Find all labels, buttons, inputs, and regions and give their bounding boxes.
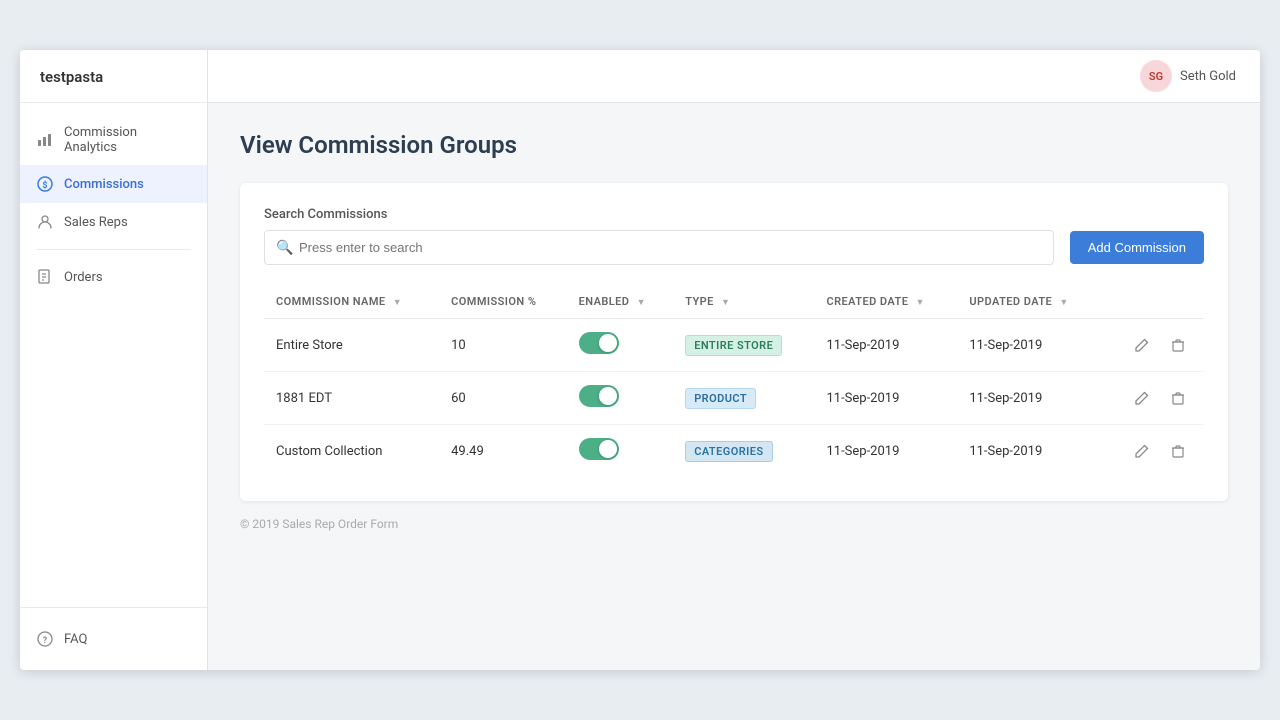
sidebar-item-orders[interactable]: Orders	[20, 258, 207, 296]
table-row: Entire Store 10 ENTIRE STORE 11-Sep-2019…	[264, 319, 1204, 372]
table-row: 1881 EDT 60 PRODUCT 11-Sep-2019 11-Sep-2…	[264, 372, 1204, 425]
col-commission-name: COMMISSION NAME ▼	[264, 285, 439, 319]
search-input[interactable]	[264, 230, 1054, 265]
sidebar-item-commissions[interactable]: $ Commissions	[20, 165, 207, 203]
cell-commission-pct: 49.49	[439, 425, 567, 478]
sidebar-item-faq[interactable]: ? FAQ	[20, 620, 207, 658]
top-header: SG Seth Gold	[208, 50, 1260, 103]
action-icons	[1113, 384, 1192, 412]
cell-created-date: 11-Sep-2019	[814, 319, 957, 372]
footer: © 2019 Sales Rep Order Form	[240, 501, 1228, 531]
add-commission-button[interactable]: Add Commission	[1070, 231, 1204, 264]
sidebar-label-commission-analytics: Commission Analytics	[64, 125, 191, 155]
sort-icon-enabled: ▼	[637, 297, 646, 308]
sidebar-item-sales-reps[interactable]: Sales Reps	[20, 203, 207, 241]
cell-commission-name: Entire Store	[264, 319, 439, 372]
cell-commission-pct: 10	[439, 319, 567, 372]
cell-commission-name: Custom Collection	[264, 425, 439, 478]
orders-icon	[36, 268, 54, 286]
edit-icon[interactable]	[1128, 437, 1156, 465]
svg-text:$: $	[42, 180, 47, 191]
search-label: Search Commissions	[264, 207, 1204, 222]
search-row: 🔍 Add Commission	[264, 230, 1204, 265]
cell-actions	[1101, 425, 1204, 478]
cell-updated-date: 11-Sep-2019	[957, 425, 1101, 478]
user-avatar: SG	[1140, 60, 1172, 92]
col-actions	[1101, 285, 1204, 319]
sort-icon-created: ▼	[916, 297, 925, 308]
cell-commission-pct: 60	[439, 372, 567, 425]
nav-divider	[36, 249, 191, 250]
edit-icon[interactable]	[1128, 384, 1156, 412]
col-created-date: CREATED DATE ▼	[814, 285, 957, 319]
cell-actions	[1101, 319, 1204, 372]
sort-icon-type: ▼	[721, 297, 730, 308]
delete-icon[interactable]	[1164, 437, 1192, 465]
page-body: View Commission Groups Search Commission…	[208, 103, 1260, 670]
user-name: Seth Gold	[1180, 69, 1236, 84]
table-row: Custom Collection 49.49 CATEGORIES 11-Se…	[264, 425, 1204, 478]
toggle-enabled[interactable]	[579, 438, 619, 460]
sidebar-label-commissions: Commissions	[64, 177, 144, 192]
delete-icon[interactable]	[1164, 384, 1192, 412]
edit-icon[interactable]	[1128, 331, 1156, 359]
cell-created-date: 11-Sep-2019	[814, 372, 957, 425]
cell-created-date: 11-Sep-2019	[814, 425, 957, 478]
chart-icon	[36, 131, 54, 149]
cell-updated-date: 11-Sep-2019	[957, 372, 1101, 425]
sort-icon-updated: ▼	[1059, 297, 1068, 308]
search-input-wrapper: 🔍	[264, 230, 1054, 265]
cell-type: PRODUCT	[673, 372, 814, 425]
dollar-icon: $	[36, 175, 54, 193]
search-icon: 🔍	[276, 240, 293, 256]
cell-enabled	[567, 372, 674, 425]
table-body: Entire Store 10 ENTIRE STORE 11-Sep-2019…	[264, 319, 1204, 478]
col-type: TYPE ▼	[673, 285, 814, 319]
cell-type: CATEGORIES	[673, 425, 814, 478]
page-title: View Commission Groups	[240, 131, 1228, 159]
type-badge: PRODUCT	[685, 388, 756, 409]
col-updated-date: UPDATED DATE ▼	[957, 285, 1101, 319]
app-container: testpasta Commission Analytics $	[20, 50, 1260, 670]
svg-text:?: ?	[43, 636, 48, 646]
person-icon	[36, 213, 54, 231]
sidebar-item-commission-analytics[interactable]: Commission Analytics	[20, 115, 207, 165]
sidebar-logo: testpasta	[20, 50, 207, 103]
delete-icon[interactable]	[1164, 331, 1192, 359]
type-badge: CATEGORIES	[685, 441, 772, 462]
action-icons	[1113, 331, 1192, 359]
table-header: COMMISSION NAME ▼ COMMISSION % ENABLED ▼…	[264, 285, 1204, 319]
user-info: SG Seth Gold	[1140, 60, 1236, 92]
sidebar-label-faq: FAQ	[64, 632, 87, 647]
cell-updated-date: 11-Sep-2019	[957, 319, 1101, 372]
sidebar-label-sales-reps: Sales Reps	[64, 215, 128, 230]
cell-actions	[1101, 372, 1204, 425]
cell-commission-name: 1881 EDT	[264, 372, 439, 425]
main-content: SG Seth Gold View Commission Groups Sear…	[208, 50, 1260, 670]
action-icons	[1113, 437, 1192, 465]
sort-icon-name: ▼	[393, 297, 402, 308]
sidebar: testpasta Commission Analytics $	[20, 50, 208, 670]
cell-enabled	[567, 319, 674, 372]
col-commission-pct: COMMISSION %	[439, 285, 567, 319]
sidebar-nav: Commission Analytics $ Commissions	[20, 103, 207, 607]
sidebar-label-orders: Orders	[64, 270, 103, 285]
cell-type: ENTIRE STORE	[673, 319, 814, 372]
help-icon: ?	[36, 630, 54, 648]
main-card: Search Commissions 🔍 Add Commission COMM…	[240, 183, 1228, 501]
toggle-enabled[interactable]	[579, 332, 619, 354]
toggle-enabled[interactable]	[579, 385, 619, 407]
commission-table: COMMISSION NAME ▼ COMMISSION % ENABLED ▼…	[264, 285, 1204, 477]
col-enabled: ENABLED ▼	[567, 285, 674, 319]
type-badge: ENTIRE STORE	[685, 335, 782, 356]
cell-enabled	[567, 425, 674, 478]
sidebar-faq-section: ? FAQ	[20, 607, 207, 670]
